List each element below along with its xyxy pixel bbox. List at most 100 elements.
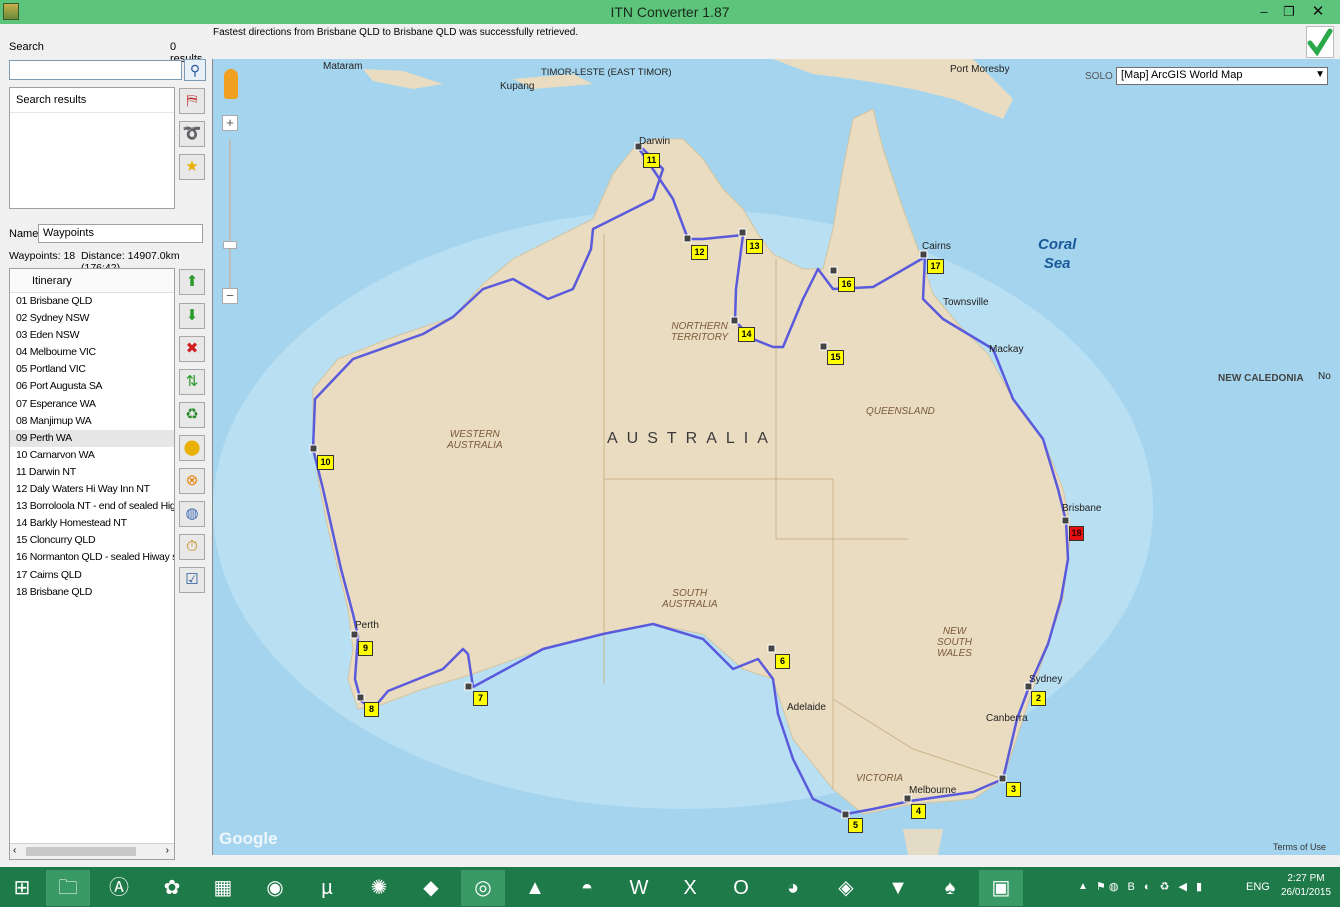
ab-app-icon: Ⓐ <box>109 877 129 899</box>
taskbar-app[interactable]: Ⓐ <box>97 870 141 906</box>
waypoint-marker[interactable]: 4 <box>911 804 926 819</box>
waypoint-marker[interactable]: 2 <box>1031 691 1046 706</box>
waypoint-marker[interactable]: 12 <box>691 245 708 260</box>
route-car-button[interactable]: ⬤ <box>179 435 205 461</box>
waypoint-marker[interactable]: 9 <box>358 641 373 656</box>
horizontal-scrollbar[interactable]: ‹ › <box>10 843 174 859</box>
waypoint-marker[interactable]: 14 <box>738 327 755 342</box>
globe-icon: ◍ <box>185 505 199 522</box>
globe-pin-app-icon: ◓ <box>580 877 594 899</box>
export-button[interactable]: ☑ <box>179 567 205 593</box>
taskbar-firefox[interactable]: ◕ <box>771 870 815 906</box>
taskbar-app[interactable]: ✿ <box>150 870 194 906</box>
stopwatch-icon: ⏱ <box>186 538 198 555</box>
taskbar-word[interactable]: W <box>617 870 661 906</box>
waypoint-marker[interactable]: 16 <box>838 277 855 292</box>
place-label: Townsville <box>943 297 989 308</box>
globe-button[interactable]: ◍ <box>179 501 205 527</box>
waypoint-marker[interactable]: 13 <box>746 239 763 254</box>
itinerary-item[interactable]: 10 Carnarvon WA <box>10 447 174 464</box>
taskbar-utorrent[interactable]: µ <box>305 870 349 906</box>
solo-label: SOLO <box>1085 71 1113 82</box>
taskbar-outlook[interactable]: O <box>719 870 763 906</box>
taskbar-app[interactable]: ◓ <box>565 870 609 906</box>
itinerary-item[interactable]: 04 Melbourne VIC <box>10 344 174 361</box>
waypoint-marker-end[interactable]: 18 <box>1069 526 1084 541</box>
taskbar-app[interactable]: ◈ <box>824 870 868 906</box>
ok-check-button[interactable] <box>1306 26 1334 58</box>
itinerary-item[interactable]: 07 Esperance WA <box>10 396 174 413</box>
taskbar-app[interactable]: ◉ <box>253 870 297 906</box>
taskbar-vlc[interactable]: ▼ <box>876 870 920 906</box>
zoom-slider-track[interactable] <box>229 139 231 289</box>
favorites-button[interactable]: ★ <box>179 154 205 180</box>
waypoint-marker[interactable]: 3 <box>1006 782 1021 797</box>
taskbar-excel[interactable]: X <box>668 870 712 906</box>
search-results-list[interactable]: Search results <box>9 87 175 209</box>
close-button[interactable]: ✕ <box>1296 2 1340 22</box>
waypoint-marker[interactable]: 5 <box>848 818 863 833</box>
itinerary-item[interactable]: 03 Eden NSW <box>10 327 174 344</box>
language-indicator[interactable]: ENG <box>1246 867 1270 907</box>
itinerary-item[interactable]: 11 Darwin NT <box>10 464 174 481</box>
waypoint-marker[interactable]: 7 <box>473 691 488 706</box>
taskbar-calculator[interactable]: ▦ <box>201 870 245 906</box>
timer-button[interactable]: ⏱ <box>179 534 205 560</box>
map-provider-select[interactable]: [Map] ArcGIS World Map ▼ <box>1116 67 1328 85</box>
itinerary-item[interactable]: 06 Port Augusta SA <box>10 378 174 395</box>
map-view[interactable]: SOLO [Map] ArcGIS World Map ▼ + − AUSTRA… <box>212 59 1340 855</box>
itinerary-item[interactable]: 18 Brisbane QLD <box>10 584 174 601</box>
search-input[interactable] <box>9 60 182 80</box>
itinerary-item[interactable]: 14 Barkly Homestead NT <box>10 515 174 532</box>
region-label: VICTORIA <box>856 773 904 784</box>
clear-route-button[interactable]: ♻ <box>179 402 205 428</box>
scroll-thumb[interactable] <box>26 847 136 856</box>
tray-overflow-icon[interactable]: ▲ <box>1078 867 1088 907</box>
waypoint-marker[interactable]: 15 <box>827 350 844 365</box>
itinerary-item[interactable]: 02 Sydney NSW <box>10 310 174 327</box>
waypoint-marker[interactable]: 17 <box>927 259 944 274</box>
itinerary-item[interactable]: 01 Brisbane QLD <box>10 293 174 310</box>
waypoint-marker[interactable]: 10 <box>317 455 334 470</box>
waypoint-marker[interactable]: 6 <box>775 654 790 669</box>
taskbar-app[interactable]: ◆ <box>409 870 453 906</box>
itinerary-item[interactable]: 09 Perth WA <box>10 429 174 447</box>
taskbar-app[interactable]: ▲ <box>513 870 557 906</box>
taskbar-explorer[interactable]: 🗀 <box>46 870 90 906</box>
move-down-button[interactable]: ⬇ <box>179 303 205 329</box>
route-name-field[interactable]: Waypoints <box>38 224 203 243</box>
reverse-route-button[interactable]: ⇅ <box>179 369 205 395</box>
zoom-slider-handle[interactable] <box>223 241 237 249</box>
delete-waypoint-button[interactable]: ✖ <box>179 336 205 362</box>
pegman-icon[interactable] <box>224 69 238 99</box>
search-button[interactable]: ⚲ <box>184 59 206 81</box>
taskbar-acrobat[interactable]: ♠ <box>928 870 972 906</box>
waypoint-marker[interactable]: 11 <box>643 153 660 168</box>
tray-icons[interactable]: ⚑◍ B ◐ ♻ ◀ ▮ <box>1096 867 1205 907</box>
itinerary-item[interactable]: 17 Cairns QLD <box>10 567 174 584</box>
excel-icon: X <box>683 877 697 899</box>
itinerary-item[interactable]: 13 Borroloola NT - end of sealed Highw <box>10 498 174 515</box>
zoom-in-button[interactable]: + <box>222 115 238 131</box>
locate-button[interactable]: ➰ <box>179 121 205 147</box>
itinerary-item[interactable]: 05 Portland VIC <box>10 361 174 378</box>
taskbar-app[interactable]: ✺ <box>357 870 401 906</box>
itinerary-item[interactable]: 16 Normanton QLD - sealed Hiway star <box>10 549 174 566</box>
zoom-out-button[interactable]: − <box>222 288 238 304</box>
scroll-left-icon[interactable]: ‹ <box>13 845 16 856</box>
minimize-button[interactable]: – <box>1253 2 1275 22</box>
waypoint-marker[interactable]: 8 <box>364 702 379 717</box>
itinerary-list[interactable]: Itinerary 01 Brisbane QLD 02 Sydney NSW 03… <box>9 268 175 860</box>
itinerary-item[interactable]: 15 Cloncurry QLD <box>10 532 174 549</box>
taskbar-itn-converter[interactable]: ▣ <box>979 870 1023 906</box>
move-up-button[interactable]: ⬆ <box>179 269 205 295</box>
taskbar-app[interactable]: ◎ <box>461 870 505 906</box>
clock[interactable]: 2:27 PM 26/01/2015 <box>1276 872 1336 900</box>
scroll-right-icon[interactable]: › <box>166 845 169 856</box>
itinerary-item[interactable]: 08 Manjimup WA <box>10 413 174 430</box>
cancel-route-button[interactable]: ⊗ <box>179 468 205 494</box>
itinerary-item[interactable]: 12 Daly Waters Hi Way Inn NT <box>10 481 174 498</box>
terms-link[interactable]: Terms of Use <box>1273 842 1326 852</box>
start-button[interactable]: ⊞ <box>0 870 44 906</box>
add-to-route-button[interactable]: ⛿ <box>179 88 205 114</box>
